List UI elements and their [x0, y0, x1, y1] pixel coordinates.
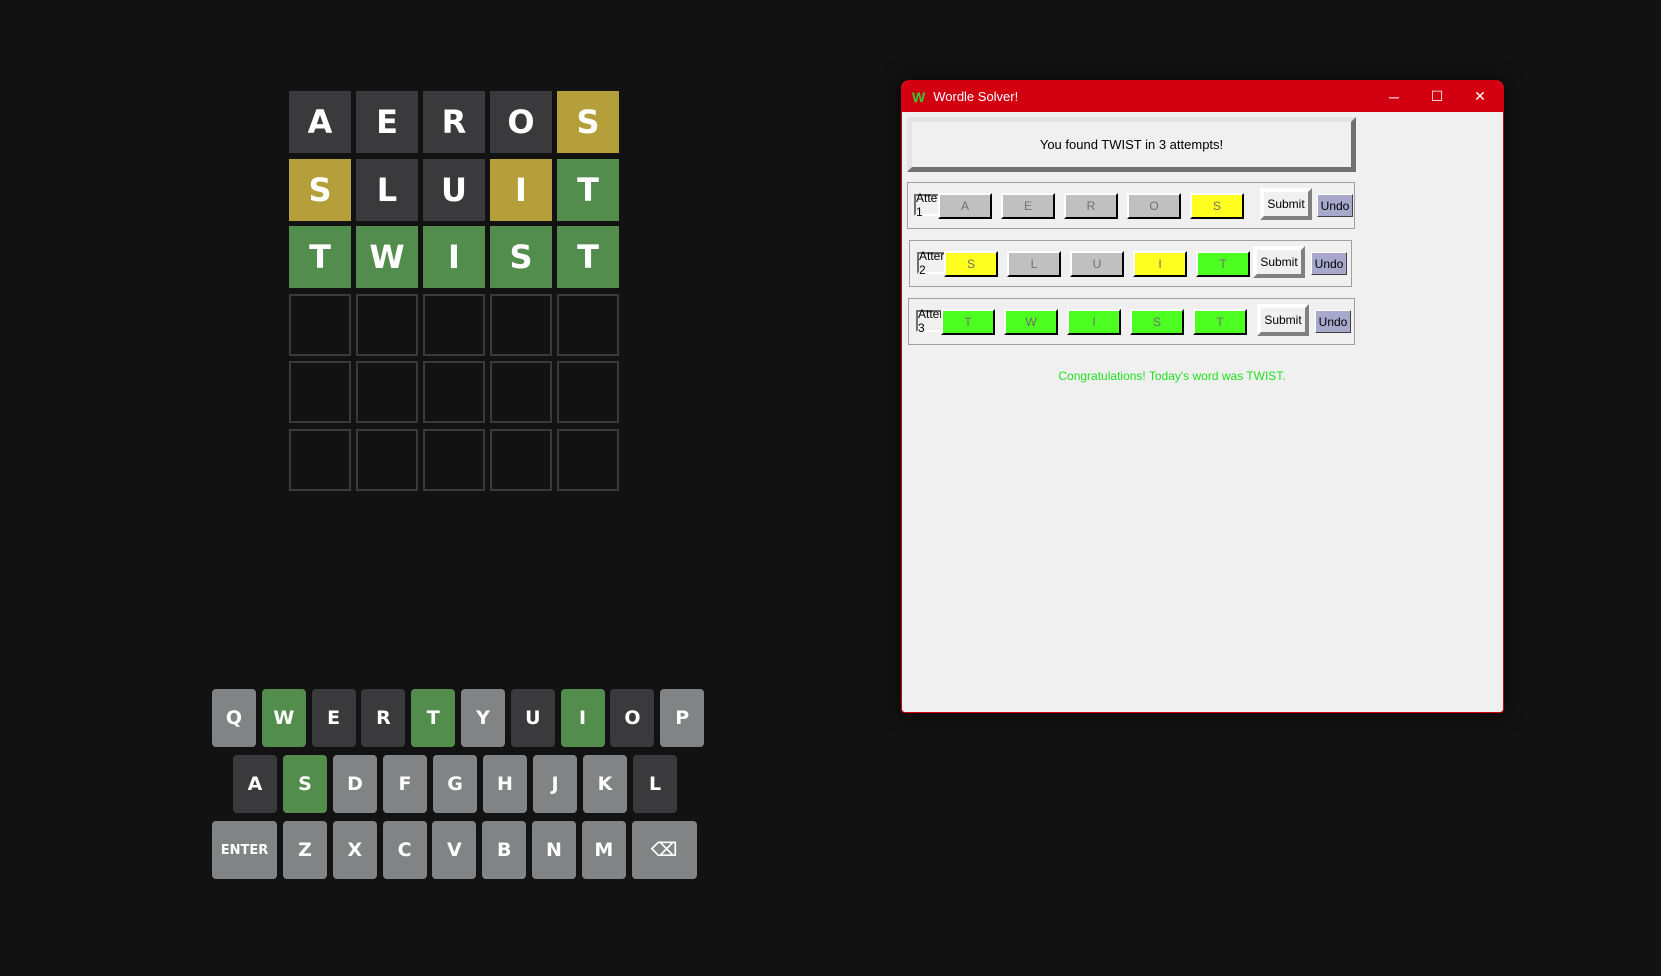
letter-toggle-button[interactable]: O	[1127, 193, 1181, 219]
board-tile: I	[423, 226, 485, 288]
submit-button[interactable]: Submit	[1260, 188, 1312, 220]
key-q[interactable]: Q	[212, 689, 256, 747]
attempt-row: Attempt 3 T W I S T Submit Undo	[908, 298, 1355, 345]
letter-toggle-button[interactable]: S	[944, 251, 998, 277]
board-tile: S	[557, 91, 619, 153]
board-tile	[557, 361, 619, 423]
board-tile: S	[289, 158, 351, 221]
board-tile	[356, 428, 418, 491]
board-tile: T	[289, 226, 351, 288]
key-l[interactable]: L	[633, 755, 677, 813]
backspace-key[interactable]: ⌫	[631, 821, 697, 879]
letter-toggle-button[interactable]: E	[1001, 193, 1055, 219]
letter-toggle-button[interactable]: I	[1067, 309, 1121, 335]
key-x[interactable]: X	[332, 821, 377, 879]
board-tile: U	[423, 158, 485, 221]
window-title: Wordle Solver!	[933, 89, 1019, 104]
board-tile	[356, 361, 418, 423]
board-tile	[289, 428, 351, 491]
letter-toggle-button[interactable]: T	[1196, 251, 1250, 277]
board-tile	[423, 361, 485, 423]
key-e[interactable]: E	[311, 689, 356, 747]
board-tile	[490, 293, 552, 356]
board-tile: T	[557, 158, 619, 221]
close-icon[interactable]: ✕	[1457, 81, 1503, 112]
board-tile: E	[356, 91, 418, 153]
key-k[interactable]: K	[583, 755, 627, 813]
board-tile: S	[490, 226, 552, 288]
key-enter[interactable]: ENTER	[212, 821, 277, 879]
key-g[interactable]: G	[433, 755, 477, 813]
key-b[interactable]: B	[482, 821, 527, 879]
board-tile	[557, 428, 619, 491]
letter-toggle-button[interactable]: I	[1133, 251, 1187, 277]
key-f[interactable]: F	[383, 755, 427, 813]
letter-toggle-button[interactable]: A	[938, 193, 992, 219]
letter-toggle-button[interactable]: L	[1007, 251, 1061, 277]
letter-toggle-button[interactable]: S	[1130, 309, 1184, 335]
board-tile: I	[490, 158, 552, 221]
letter-toggle-button[interactable]: U	[1070, 251, 1124, 277]
result-banner: You found TWIST in 3 attempts!	[907, 117, 1356, 172]
key-n[interactable]: N	[532, 821, 576, 879]
letter-toggle-button[interactable]: T	[1193, 309, 1247, 335]
key-j[interactable]: J	[533, 755, 577, 813]
key-c[interactable]: C	[382, 821, 427, 879]
board-tile: R	[423, 91, 485, 153]
letter-toggle-button[interactable]: S	[1190, 193, 1244, 219]
congrats-message: Congratulations! Today's word was TWIST.	[1058, 369, 1286, 383]
attempt-row: Attempt 1 A E R O S Submit Undo	[907, 182, 1355, 229]
key-a[interactable]: A	[233, 755, 277, 813]
key-z[interactable]: Z	[283, 821, 327, 879]
board-tile	[356, 293, 418, 356]
board-tile	[423, 293, 485, 356]
key-t[interactable]: T	[411, 689, 456, 747]
app-icon: W	[912, 88, 926, 105]
undo-button[interactable]: Undo	[1311, 252, 1347, 275]
board-tile: O	[490, 91, 552, 153]
board-tile	[490, 428, 552, 491]
maximize-icon[interactable]: ☐	[1414, 81, 1460, 112]
title-bar[interactable]: W Wordle Solver! ─ ☐ ✕	[902, 81, 1503, 112]
board-tile: W	[356, 226, 418, 288]
letter-toggle-button[interactable]: W	[1004, 309, 1058, 335]
letter-toggle-button[interactable]: R	[1064, 193, 1118, 219]
board-tile	[289, 361, 351, 423]
board-tile	[557, 293, 619, 356]
key-v[interactable]: V	[432, 821, 477, 879]
solver-window: W Wordle Solver! ─ ☐ ✕ You found TWIST i…	[901, 80, 1504, 713]
board-tile	[490, 361, 552, 423]
attempt-row: Attempt 2 S L U I T Submit Undo	[909, 240, 1352, 287]
minimize-icon[interactable]: ─	[1371, 81, 1417, 112]
key-u[interactable]: U	[510, 689, 555, 747]
key-o[interactable]: O	[610, 689, 655, 747]
key-r[interactable]: R	[361, 689, 406, 747]
key-h[interactable]: H	[483, 755, 527, 813]
submit-button[interactable]: Submit	[1253, 246, 1305, 278]
key-i[interactable]: I	[560, 689, 605, 747]
key-p[interactable]: P	[660, 689, 705, 747]
key-y[interactable]: Y	[461, 689, 505, 747]
key-s[interactable]: S	[283, 755, 327, 813]
letter-toggle-button[interactable]: T	[941, 309, 995, 335]
undo-button[interactable]: Undo	[1315, 310, 1351, 333]
board-tile: T	[557, 226, 619, 288]
undo-button[interactable]: Undo	[1317, 194, 1353, 217]
board-tile	[289, 293, 351, 356]
key-m[interactable]: M	[581, 821, 626, 879]
key-d[interactable]: D	[333, 755, 377, 813]
key-w[interactable]: W	[261, 689, 306, 747]
board-tile: A	[289, 91, 351, 153]
board-tile: L	[356, 158, 418, 221]
board-tile	[423, 428, 485, 491]
submit-button[interactable]: Submit	[1257, 304, 1309, 336]
